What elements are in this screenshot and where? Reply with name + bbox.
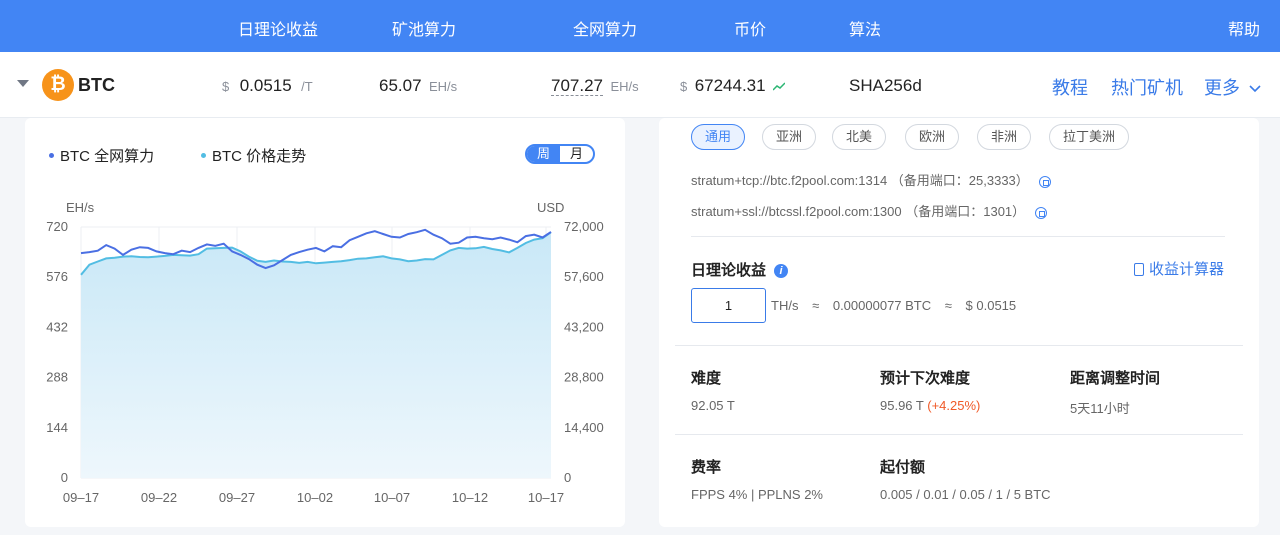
usd-amount: $ 0.0515 [965, 298, 1017, 313]
network-hashrate-value[interactable]: 707.27 [551, 76, 603, 96]
region-pill[interactable]: 通用 [691, 124, 745, 150]
approx-sign: ≈ [812, 298, 820, 313]
adjust-time-value: 5天11小时 [1070, 401, 1130, 416]
approx-sign: ≈ [944, 298, 952, 313]
revenue-calc-result: TH/s ≈ 0.00000077 BTC ≈ $ 0.0515 [771, 298, 1026, 313]
x-tick-label: 10–12 [452, 490, 488, 505]
divider [675, 345, 1243, 346]
y-left-tick-label: 720 [46, 219, 68, 234]
region-pill[interactable]: 欧洲 [905, 124, 959, 150]
min-payout-value: 0.005 / 0.01 / 0.05 / 1 / 5 BTC [880, 487, 1051, 502]
x-tick-label: 10–02 [297, 490, 333, 505]
tutorial-link[interactable]: 教程 [1052, 74, 1088, 100]
x-tick-label: 10–07 [374, 490, 410, 505]
price-value: 67244.31 [694, 76, 766, 95]
price-cell: $ 67244.31 [680, 76, 786, 96]
region-pill[interactable]: 北美 [832, 124, 886, 150]
header-algorithm: 算法 [849, 22, 882, 39]
right-axis-unit: USD [537, 200, 564, 215]
bitcoin-icon: ₿ [42, 69, 74, 101]
x-tick-label: 09–27 [219, 490, 255, 505]
hashrate-input[interactable]: 1 [691, 288, 766, 323]
hot-miners-link[interactable]: 热门矿机 [1111, 74, 1183, 100]
hashrate-price-chart: 720 72,000 576 57,600 432 43,200 288 28,800 144 1… [46, 200, 604, 505]
stratum-ssl-line: stratum+ssl://btcssl.f2pool.com:1300 （备用… [691, 201, 1048, 220]
coin-name: BTC [78, 75, 115, 95]
y-left-tick-label: 0 [61, 470, 68, 485]
expand-caret-icon[interactable] [17, 80, 29, 87]
calculator-icon [1134, 262, 1144, 276]
calculator-link-label: 收益计算器 [1149, 261, 1225, 278]
region-pill[interactable]: 非洲 [977, 124, 1031, 150]
pool-hashrate-cell: 65.07 EH/s [379, 76, 457, 96]
header-pool-hashrate: 矿池算力 [392, 22, 457, 39]
chart-card: BTC 全网算力 BTC 价格走势 周 月 720 72,000 576 57,600… [25, 118, 625, 527]
coin-row: ₿ BTC $ 0.0515 /T 65.07 EH/s 707.27 EH/s… [0, 52, 1280, 118]
fee-label: 费率 [691, 459, 722, 476]
y-left-tick-label: 576 [46, 269, 68, 284]
revenue-cell: $ 0.0515 /T [222, 76, 313, 96]
divider [675, 434, 1243, 435]
pool-hashrate-unit: EH/s [429, 79, 458, 94]
price-area [81, 232, 551, 478]
calculator-link[interactable]: 收益计算器 [1134, 258, 1224, 279]
next-difficulty-label: 预计下次难度 [880, 370, 971, 387]
y-left-tick-label: 288 [46, 370, 68, 385]
x-tick-label: 09–17 [63, 490, 99, 505]
input-unit: TH/s [771, 298, 799, 313]
y-left-tick-label: 432 [46, 319, 68, 334]
header-network-hashrate: 全网算力 [573, 22, 638, 39]
chevron-down-icon [1249, 85, 1261, 93]
next-difficulty-value-cell: 95.96 T (+4.25%) [880, 398, 980, 413]
network-hashrate-cell: 707.27 EH/s [551, 76, 639, 96]
header-daily-revenue: 日理论收益 [238, 22, 319, 39]
more-label: 更多 [1204, 78, 1240, 98]
region-pill[interactable]: 拉丁美洲 [1049, 124, 1129, 150]
x-tick-label: 09–22 [141, 490, 177, 505]
x-tick-label: 10–17 [528, 490, 564, 505]
y-left-tick-label: 144 [46, 420, 68, 435]
price-currency: $ [680, 79, 688, 94]
y-right-tick-label: 57,600 [564, 269, 604, 284]
stratum-ssl-address: stratum+ssl://btcssl.f2pool.com:1300 （备用… [691, 204, 1026, 219]
adjust-time-label: 距离调整时间 [1070, 370, 1161, 387]
y-right-tick-label: 0 [564, 470, 571, 485]
y-right-tick-label: 28,800 [564, 370, 604, 385]
top-header: 日理论收益 矿池算力 全网算力 币价 算法 帮助 [0, 0, 1280, 52]
stratum-tcp-line: stratum+tcp://btc.f2pool.com:1314 （备用端口：… [691, 170, 1051, 189]
header-price: 币价 [734, 22, 767, 39]
next-difficulty-value: 95.96 T [880, 398, 924, 413]
y-right-tick-label: 43,200 [564, 319, 604, 334]
revenue-unit: /T [301, 79, 313, 94]
btc-amount: 0.00000077 BTC [832, 298, 932, 313]
pool-hashrate-value: 65.07 [379, 76, 422, 95]
stratum-tcp-address: stratum+tcp://btc.f2pool.com:1314 （备用端口：… [691, 173, 1029, 188]
copy-icon[interactable] [1035, 206, 1048, 219]
info-icon[interactable]: i [774, 264, 789, 279]
region-pill[interactable]: 亚洲 [762, 124, 816, 150]
revenue-calc-title-text: 日理论收益 [691, 262, 767, 279]
pool-info-card: 通用 亚洲 北美 欧洲 非洲 拉丁美洲 stratum+tcp://btc.f2pool.… [659, 118, 1259, 527]
revenue-value: 0.0515 [239, 76, 292, 95]
difficulty-label: 难度 [691, 370, 722, 387]
revenue-currency: $ [222, 79, 230, 94]
difficulty-value: 92.05 T [691, 398, 735, 413]
algorithm-value: SHA256d [849, 76, 922, 95]
y-right-tick-label: 14,400 [564, 420, 604, 435]
y-right-tick-label: 72,000 [564, 219, 604, 234]
next-difficulty-change: (+4.25%) [927, 398, 981, 413]
divider [691, 236, 1225, 237]
help-link[interactable]: 帮助 [1228, 16, 1260, 40]
trend-up-icon [772, 82, 786, 91]
more-dropdown[interactable]: 更多 [1204, 74, 1261, 100]
fee-value: FPPS 4% | PPLNS 2% [691, 487, 823, 502]
copy-icon[interactable] [1038, 175, 1051, 188]
revenue-calc-title: 日理论收益 i [691, 259, 789, 280]
min-payout-label: 起付额 [880, 459, 926, 476]
network-hashrate-unit: EH/s [610, 79, 639, 94]
left-axis-unit: EH/s [66, 200, 95, 215]
